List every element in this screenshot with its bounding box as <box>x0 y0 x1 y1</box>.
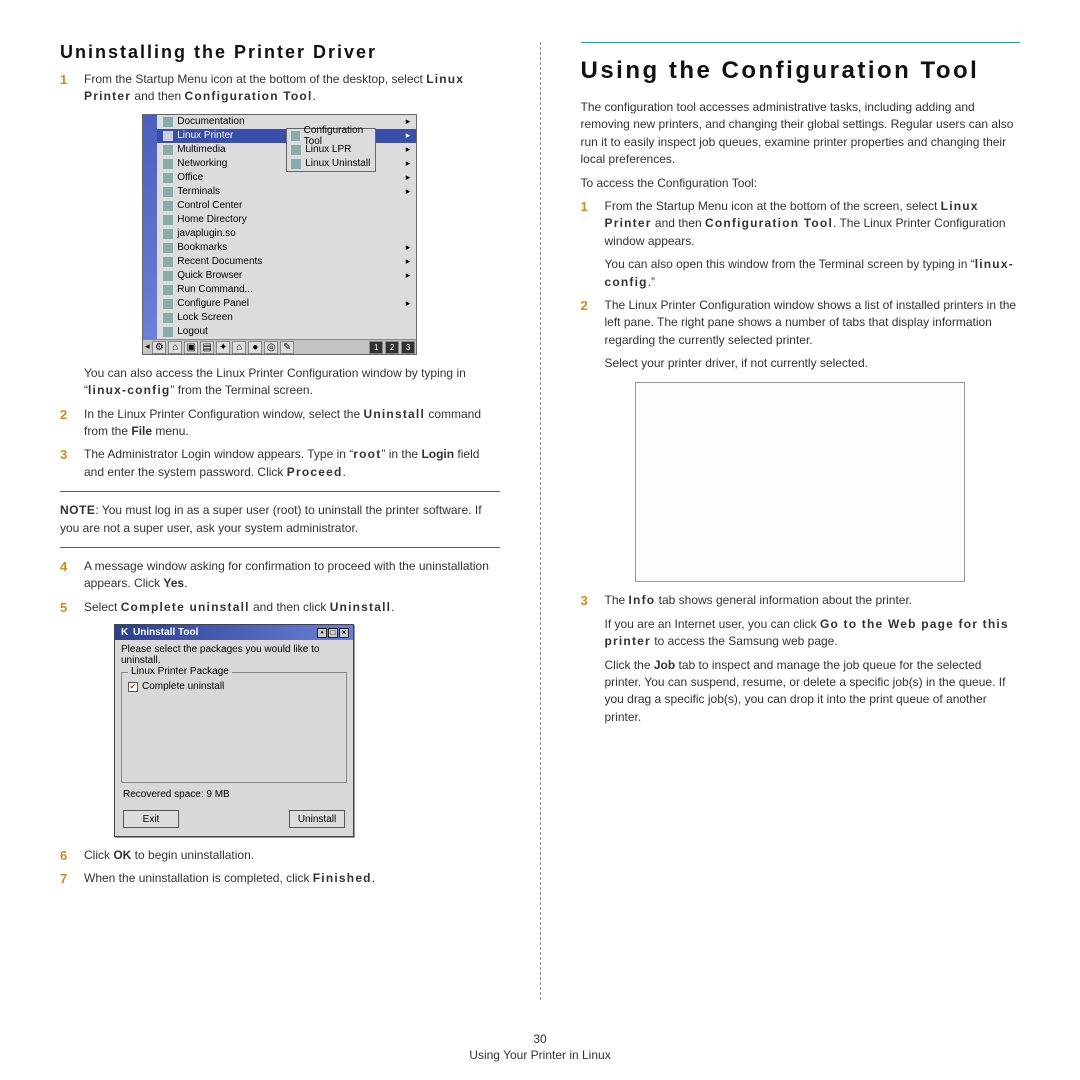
menu-item-bookmarks[interactable]: Bookmarks▸ <box>157 241 416 255</box>
menu-item-home-directory[interactable]: Home Directory <box>157 213 416 227</box>
close-icon[interactable]: × <box>339 628 349 638</box>
column-divider <box>540 42 541 1000</box>
page-number: 30 <box>0 1032 1080 1046</box>
after-menu-text: You can also access the Linux Printer Co… <box>60 365 500 400</box>
menu-item-lock-screen[interactable]: Lock Screen <box>157 311 416 325</box>
menu-item-javaplugin[interactable]: javaplugin.so <box>157 227 416 241</box>
left-step-7: 7 When the uninstallation is completed, … <box>60 870 500 887</box>
menu-item-control-center[interactable]: Control Center <box>157 199 416 213</box>
menu-item-documentation[interactable]: Documentation▸ <box>157 115 416 129</box>
left-step-6: 6 Click OK to begin uninstallation. <box>60 847 500 864</box>
footer-title: Using Your Printer in Linux <box>0 1048 1080 1062</box>
left-step-2: 2 In the Linux Printer Configuration win… <box>60 406 500 441</box>
access-text: To access the Configuration Tool: <box>581 175 1021 192</box>
maximize-icon[interactable]: □ <box>328 628 338 638</box>
desktop-pager-3[interactable]: 3 <box>401 341 415 354</box>
window-titlebar: K Uninstall Tool • □ × <box>115 625 353 640</box>
left-step-5: 5 Select Complete uninstall and then cli… <box>60 599 500 616</box>
taskbar-icon[interactable]: ◎ <box>264 341 278 354</box>
right-column: Using the Configuration Tool The configu… <box>581 42 1021 1000</box>
taskbar-icon[interactable]: ✎ <box>280 341 294 354</box>
taskbar-icon[interactable]: ⌂ <box>232 341 246 354</box>
menu-item-terminals[interactable]: Terminals▸ <box>157 185 416 199</box>
menu-item-configure-panel[interactable]: Configure Panel▸ <box>157 297 416 311</box>
complete-uninstall-checkbox[interactable]: ✔ Complete uninstall <box>128 681 340 692</box>
menu-item-run-command[interactable]: Run Command... <box>157 283 416 297</box>
iconify-icon[interactable]: • <box>317 628 327 638</box>
checkbox-icon: ✔ <box>128 682 138 692</box>
uninstall-tool-window: K Uninstall Tool • □ × Please select the… <box>114 624 354 837</box>
recovered-space: Recovered space: 9 MB <box>115 785 353 804</box>
package-group: Linux Printer Package ✔ Complete uninsta… <box>121 672 347 783</box>
taskbar-left-arrow[interactable]: ◂ <box>143 340 151 354</box>
note-text: NOTE: You must log in as a super user (r… <box>60 502 500 537</box>
left-column: Uninstalling the Printer Driver 1 From t… <box>60 42 500 1000</box>
submenu-linux-uninstall[interactable]: Linux Uninstall <box>287 157 375 171</box>
menu-item-quick-browser[interactable]: Quick Browser▸ <box>157 269 416 283</box>
taskbar-icon[interactable]: ⚙ <box>152 341 166 354</box>
desktop-pager-1[interactable]: 1 <box>369 341 383 354</box>
exit-button[interactable]: Exit <box>123 810 179 828</box>
menu-item-recent-documents[interactable]: Recent Documents▸ <box>157 255 416 269</box>
note-rule-top <box>60 491 500 492</box>
submenu-configuration-tool[interactable]: Configuration Tool <box>287 129 375 143</box>
submenu-linux-printer: Configuration Tool Linux LPR Linux Unins… <box>286 128 376 172</box>
teal-rule <box>581 42 1021 43</box>
uninstall-heading: Uninstalling the Printer Driver <box>60 42 500 63</box>
left-step-1: 1 From the Startup Menu icon at the bott… <box>60 71 500 106</box>
taskbar-icon[interactable]: ● <box>248 341 262 354</box>
left-step-4: 4 A message window asking for confirmati… <box>60 558 500 593</box>
group-title: Linux Printer Package <box>128 666 232 677</box>
config-window-screenshot <box>635 382 965 582</box>
intro-text: The configuration tool accesses administ… <box>581 99 1021 169</box>
config-tool-heading: Using the Configuration Tool <box>581 57 1021 85</box>
menu-stripe <box>143 115 157 339</box>
taskbar-icon[interactable]: ⌂ <box>168 341 182 354</box>
page-footer: 30 Using Your Printer in Linux <box>0 1032 1080 1062</box>
menu-item-office[interactable]: Office▸ <box>157 171 416 185</box>
right-step-2: 2 The Linux Printer Configuration window… <box>581 297 1021 373</box>
right-step-3: 3 The Info tab shows general information… <box>581 592 1021 726</box>
taskbar: ◂ ⚙ ⌂ ▣ ▤ ✦ ⌂ ● ◎ ✎ 1 2 3 <box>143 339 416 354</box>
uninstall-button[interactable]: Uninstall <box>289 810 345 828</box>
left-step-3: 3 The Administrator Login window appears… <box>60 446 500 481</box>
taskbar-icon[interactable]: ▤ <box>200 341 214 354</box>
kde-start-menu: Documentation▸ Linux Printer▸ Multimedia… <box>142 114 417 355</box>
right-step-1: 1 From the Startup Menu icon at the bott… <box>581 198 1021 291</box>
taskbar-icon[interactable]: ▣ <box>184 341 198 354</box>
taskbar-icon[interactable]: ✦ <box>216 341 230 354</box>
menu-item-logout[interactable]: Logout <box>157 325 416 339</box>
note-rule-bottom <box>60 547 500 548</box>
desktop-pager-2[interactable]: 2 <box>385 341 399 354</box>
